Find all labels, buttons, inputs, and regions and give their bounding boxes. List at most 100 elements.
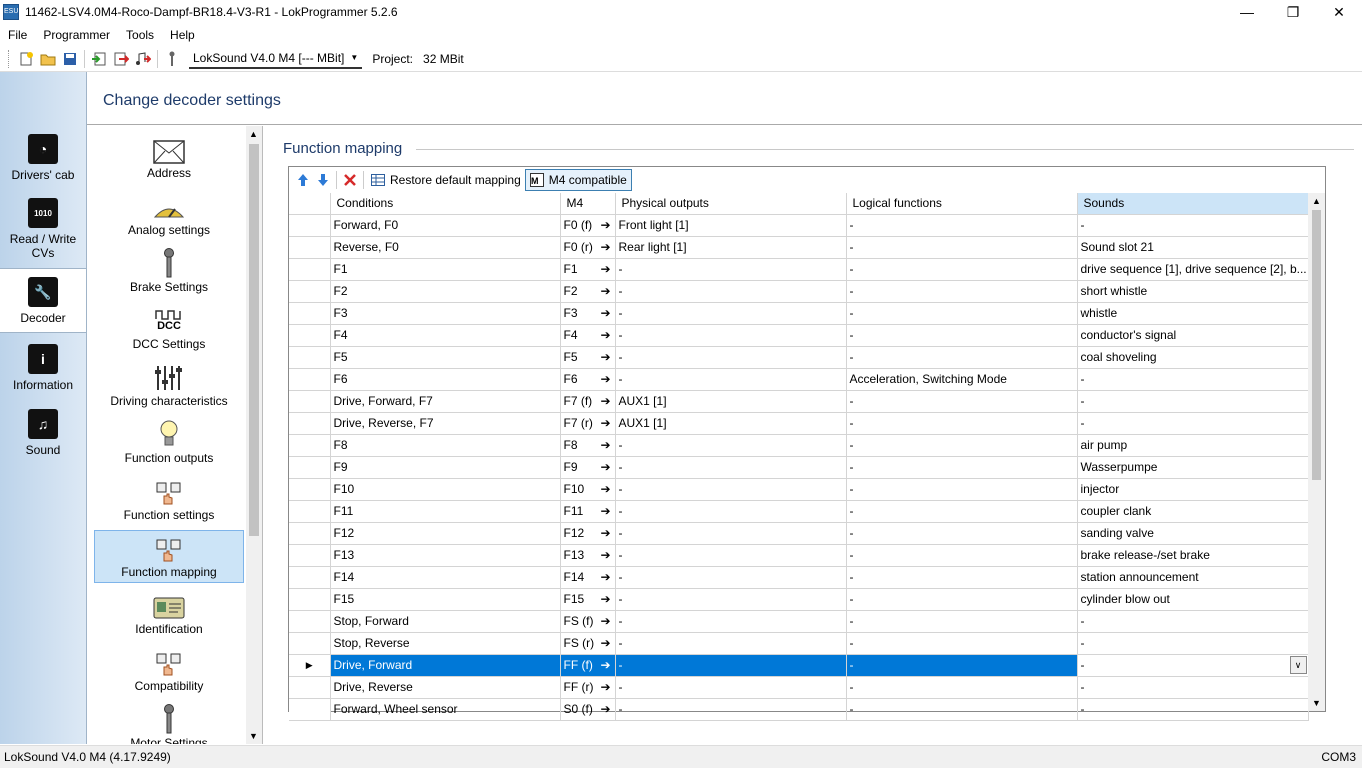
sounds-cell[interactable]: - [1077,390,1309,413]
sounds-cell[interactable]: short whistle [1077,280,1309,303]
physical-outputs-cell[interactable]: - [615,346,847,369]
row-header[interactable] [289,610,331,633]
m4-cell[interactable]: F13 ➔ [560,544,616,567]
category-function-mapping[interactable]: Function mapping [94,530,244,583]
m4-cell[interactable]: FF (r) ➔ [560,676,616,699]
programmer-lever-icon[interactable] [161,48,183,70]
logical-functions-cell[interactable]: - [846,258,1078,281]
physical-outputs-cell[interactable]: AUX1 [1] [615,390,847,413]
row-header[interactable] [289,566,331,589]
row-header[interactable] [289,236,331,259]
table-row[interactable]: Stop, Forward FS (f) ➔ - - - [289,610,1309,633]
conditions-cell[interactable]: Forward, F0 [330,214,561,237]
row-header[interactable] [289,258,331,281]
column-header-m4[interactable]: M4 [560,193,616,215]
logical-functions-cell[interactable]: - [846,478,1078,501]
scroll-down-icon[interactable]: ▼ [1312,698,1321,708]
decoder-type-select[interactable]: LokSound V4.0 M4 [--- MBit] ▼ [189,49,363,69]
delete-icon[interactable] [340,169,360,191]
nav-decoder[interactable]: 🔧 Decoder [0,268,86,333]
row-header[interactable] [289,390,331,413]
sounds-cell[interactable]: - [1077,412,1309,435]
logical-functions-cell[interactable]: - [846,324,1078,347]
save-icon[interactable] [59,48,81,70]
physical-outputs-cell[interactable]: - [615,632,847,655]
conditions-cell[interactable]: F14 [330,566,561,589]
conditions-cell[interactable]: F8 [330,434,561,457]
table-row[interactable]: F11 F11 ➔ - - coupler clank [289,500,1309,523]
sounds-cell[interactable]: - [1077,368,1309,391]
sounds-cell[interactable]: Sound slot 21 [1077,236,1309,259]
physical-outputs-cell[interactable]: - [615,544,847,567]
nav-drivers-cab[interactable]: ◔ Drivers' cab [0,134,86,182]
physical-outputs-cell[interactable]: - [615,566,847,589]
row-header[interactable] [289,632,331,655]
table-row[interactable]: Forward, Wheel sensor S0 (f) ➔ - - - [289,698,1309,721]
conditions-cell[interactable]: F2 [330,280,561,303]
scroll-up-icon[interactable]: ▲ [1312,196,1321,206]
logical-functions-cell[interactable]: - [846,456,1078,479]
column-header-logical-functions[interactable]: Logical functions [846,193,1078,215]
logical-functions-cell[interactable]: - [846,500,1078,523]
m4-cell[interactable]: F8 ➔ [560,434,616,457]
sounds-cell[interactable]: - [1077,676,1309,699]
row-header[interactable] [289,214,331,237]
logical-functions-cell[interactable]: - [846,610,1078,633]
restore-button[interactable]: ❐ [1270,0,1316,24]
logical-functions-cell[interactable]: - [846,632,1078,655]
logical-functions-cell[interactable]: - [846,280,1078,303]
export-icon[interactable] [110,48,132,70]
conditions-cell[interactable]: Reverse, F0 [330,236,561,259]
sound-export-icon[interactable] [132,48,154,70]
table-row[interactable]: F9 F9 ➔ - - Wasserpumpe [289,456,1309,479]
table-row[interactable]: F14 F14 ➔ - - station announcement [289,566,1309,589]
conditions-cell[interactable]: F6 [330,368,561,391]
sounds-cell[interactable]: brake release-/set brake [1077,544,1309,567]
table-row[interactable]: F4 F4 ➔ - - conductor's signal [289,324,1309,347]
table-row[interactable]: Drive, Reverse, F7 F7 (r) ➔ AUX1 [1] - - [289,412,1309,435]
logical-functions-cell[interactable]: - [846,346,1078,369]
sounds-dropdown-chevron-icon[interactable]: ∨ [1289,655,1307,674]
sounds-cell[interactable]: sanding valve [1077,522,1309,545]
physical-outputs-cell[interactable]: - [615,478,847,501]
row-header[interactable] [289,280,331,303]
sounds-cell[interactable]: - [1077,632,1309,655]
row-header[interactable] [289,698,331,721]
sounds-cell[interactable]: conductor's signal [1077,324,1309,347]
category-scrollbar[interactable]: ▲ ▼ [246,126,262,744]
category-function-settings[interactable]: Function settings [94,476,244,522]
logical-functions-cell[interactable]: - [846,654,1078,677]
m4-cell[interactable]: F15 ➔ [560,588,616,611]
category-driving-characteristics[interactable]: Driving characteristics [94,362,244,408]
category-address[interactable]: Address [94,134,244,180]
m4-cell[interactable]: F14 ➔ [560,566,616,589]
sounds-cell[interactable]: cylinder blow out [1077,588,1309,611]
m4-compatible-toggle[interactable]: M M4 compatible [524,169,632,191]
category-motor-settings[interactable]: Motor Settings [94,704,244,744]
sounds-cell[interactable]: Wasserpumpe [1077,456,1309,479]
open-folder-icon[interactable] [37,48,59,70]
row-header[interactable] [289,588,331,611]
logical-functions-cell[interactable]: - [846,698,1078,721]
m4-cell[interactable]: S0 (f) ➔ [560,698,616,721]
scroll-up-icon[interactable]: ▲ [249,129,258,139]
row-header[interactable] [289,324,331,347]
physical-outputs-cell[interactable]: - [615,676,847,699]
nav-sound[interactable]: ♫ Sound [0,409,86,457]
logical-functions-cell[interactable]: Acceleration, Switching Mode [846,368,1078,391]
m4-cell[interactable]: FS (r) ➔ [560,632,616,655]
sounds-cell[interactable]: - [1077,214,1309,237]
m4-cell[interactable]: F5 ➔ [560,346,616,369]
move-up-icon[interactable] [293,169,313,191]
m4-cell[interactable]: F2 ➔ [560,280,616,303]
physical-outputs-cell[interactable]: - [615,588,847,611]
logical-functions-cell[interactable]: - [846,302,1078,325]
menu-tools[interactable]: Tools [118,28,162,42]
scrollbar-thumb[interactable] [249,144,259,536]
conditions-cell[interactable]: F5 [330,346,561,369]
logical-functions-cell[interactable]: - [846,412,1078,435]
conditions-cell[interactable]: F3 [330,302,561,325]
m4-cell[interactable]: F6 ➔ [560,368,616,391]
m4-cell[interactable]: F10 ➔ [560,478,616,501]
table-row[interactable]: F3 F3 ➔ - - whistle [289,302,1309,325]
